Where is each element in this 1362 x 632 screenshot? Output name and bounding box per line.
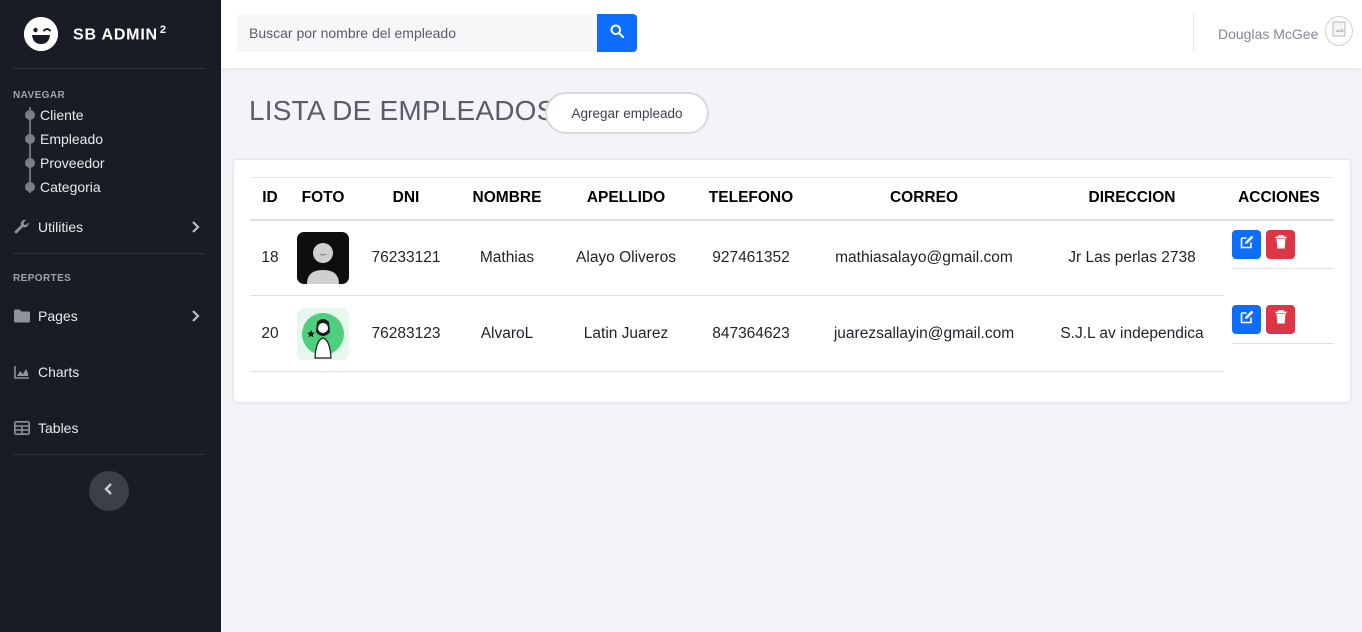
sidebar-item-categoria[interactable]: Categoria: [25, 175, 221, 199]
cell-direccion: Jr Las perlas 2738: [1040, 219, 1224, 296]
edit-button[interactable]: [1232, 304, 1261, 334]
cell-telefono: 847364623: [694, 295, 808, 372]
column-header-telefono: TELEFONO: [694, 177, 808, 221]
column-header-correo: CORREO: [808, 177, 1040, 221]
topbar-divider: [1193, 13, 1194, 53]
cell-correo: juarezsallayin@gmail.com: [808, 295, 1040, 372]
employee-photo: [297, 231, 349, 284]
cell-acciones: [1224, 296, 1334, 372]
column-header-foto: FOTO: [290, 177, 356, 221]
table-icon: [14, 421, 32, 435]
search-input[interactable]: [237, 14, 597, 52]
folder-icon: [14, 309, 32, 323]
trash-icon: [1275, 309, 1287, 329]
sidebar-item-tables[interactable]: Tables: [0, 416, 221, 440]
column-header-id: ID: [250, 177, 290, 221]
chevron-right-icon: [191, 309, 201, 326]
cell-nombre: Mathias: [456, 219, 558, 296]
employee-photo: [297, 307, 349, 360]
trash-icon: [1275, 234, 1287, 254]
laugh-wink-icon: [24, 17, 58, 51]
cell-correo: mathiasalayo@gmail.com: [808, 219, 1040, 296]
brand[interactable]: SB ADMIN 2: [0, 0, 221, 68]
chevron-left-icon: [104, 482, 114, 501]
delete-button[interactable]: [1266, 304, 1295, 334]
cell-nombre: AlvaroL: [456, 295, 558, 372]
sidebar-heading-reportes: REPORTES: [13, 273, 72, 284]
sidebar-item-proveedor[interactable]: Proveedor: [25, 151, 221, 175]
cell-acciones: [1224, 220, 1334, 296]
cell-dni: 76283123: [356, 295, 456, 372]
sidebar-item-pages[interactable]: Pages: [0, 304, 221, 328]
cell-foto: [290, 219, 356, 296]
cell-id: 20: [250, 295, 290, 372]
column-header-dni: DNI: [356, 177, 456, 221]
cell-id: 18: [250, 219, 290, 296]
edit-icon: [1240, 310, 1254, 329]
table-row: 20 76283123 AlvaroL Latin Juarez 8473646…: [250, 295, 1334, 372]
user-name[interactable]: Douglas McGee: [1218, 26, 1318, 42]
delete-button[interactable]: [1266, 229, 1295, 259]
sidebar-heading-navegar: NAVEGAR: [13, 90, 66, 101]
sidebar-toggle-button[interactable]: [89, 471, 129, 511]
cell-apellido: Latin Juarez: [558, 295, 694, 372]
edit-button[interactable]: [1232, 229, 1261, 259]
cell-dni: 76233121: [356, 219, 456, 296]
page-title: LISTA DE EMPLEADOS: [249, 95, 556, 126]
employees-table: ID FOTO DNI NOMBRE APELLIDO TELEFONO COR…: [250, 177, 1334, 372]
sidebar-item-charts[interactable]: Charts: [0, 360, 221, 384]
table-row: 18 76233121 Mathias Alayo Oliveros 92746…: [250, 219, 1334, 296]
chevron-right-icon: [191, 220, 201, 237]
avatar[interactable]: [1325, 16, 1353, 46]
column-header-apellido: APELLIDO: [558, 177, 694, 221]
cell-direccion: S.J.L av independica: [1040, 295, 1224, 372]
sidebar-item-utilities[interactable]: Utilities: [0, 215, 221, 239]
wrench-icon: [14, 219, 32, 235]
table-header-row: ID FOTO DNI NOMBRE APELLIDO TELEFONO COR…: [250, 177, 1334, 221]
cell-apellido: Alayo Oliveros: [558, 219, 694, 296]
column-header-acciones: ACCIONES: [1224, 177, 1334, 221]
sidebar-item-cliente[interactable]: Cliente: [25, 103, 221, 127]
search-icon: [610, 24, 625, 43]
search-button[interactable]: [597, 14, 637, 52]
brand-name: SB ADMIN 2: [73, 23, 167, 44]
sidebar-subnav: Cliente Empleado Proveedor Categoria: [25, 103, 221, 199]
sidebar-divider: [13, 68, 205, 69]
sidebar: SB ADMIN 2 NAVEGAR Cliente Empleado Prove…: [0, 0, 221, 632]
cell-foto: [290, 295, 356, 372]
chart-area-icon: [14, 365, 32, 379]
sidebar-item-empleado[interactable]: Empleado: [25, 127, 221, 151]
topbar: Douglas McGee: [221, 0, 1362, 68]
cell-telefono: 927461352: [694, 219, 808, 296]
employees-card: ID FOTO DNI NOMBRE APELLIDO TELEFONO COR…: [233, 159, 1351, 403]
edit-icon: [1240, 235, 1254, 254]
add-employee-button[interactable]: Agregar empleado: [545, 92, 709, 134]
column-header-nombre: NOMBRE: [456, 177, 558, 221]
column-header-direccion: DIRECCION: [1040, 177, 1224, 221]
